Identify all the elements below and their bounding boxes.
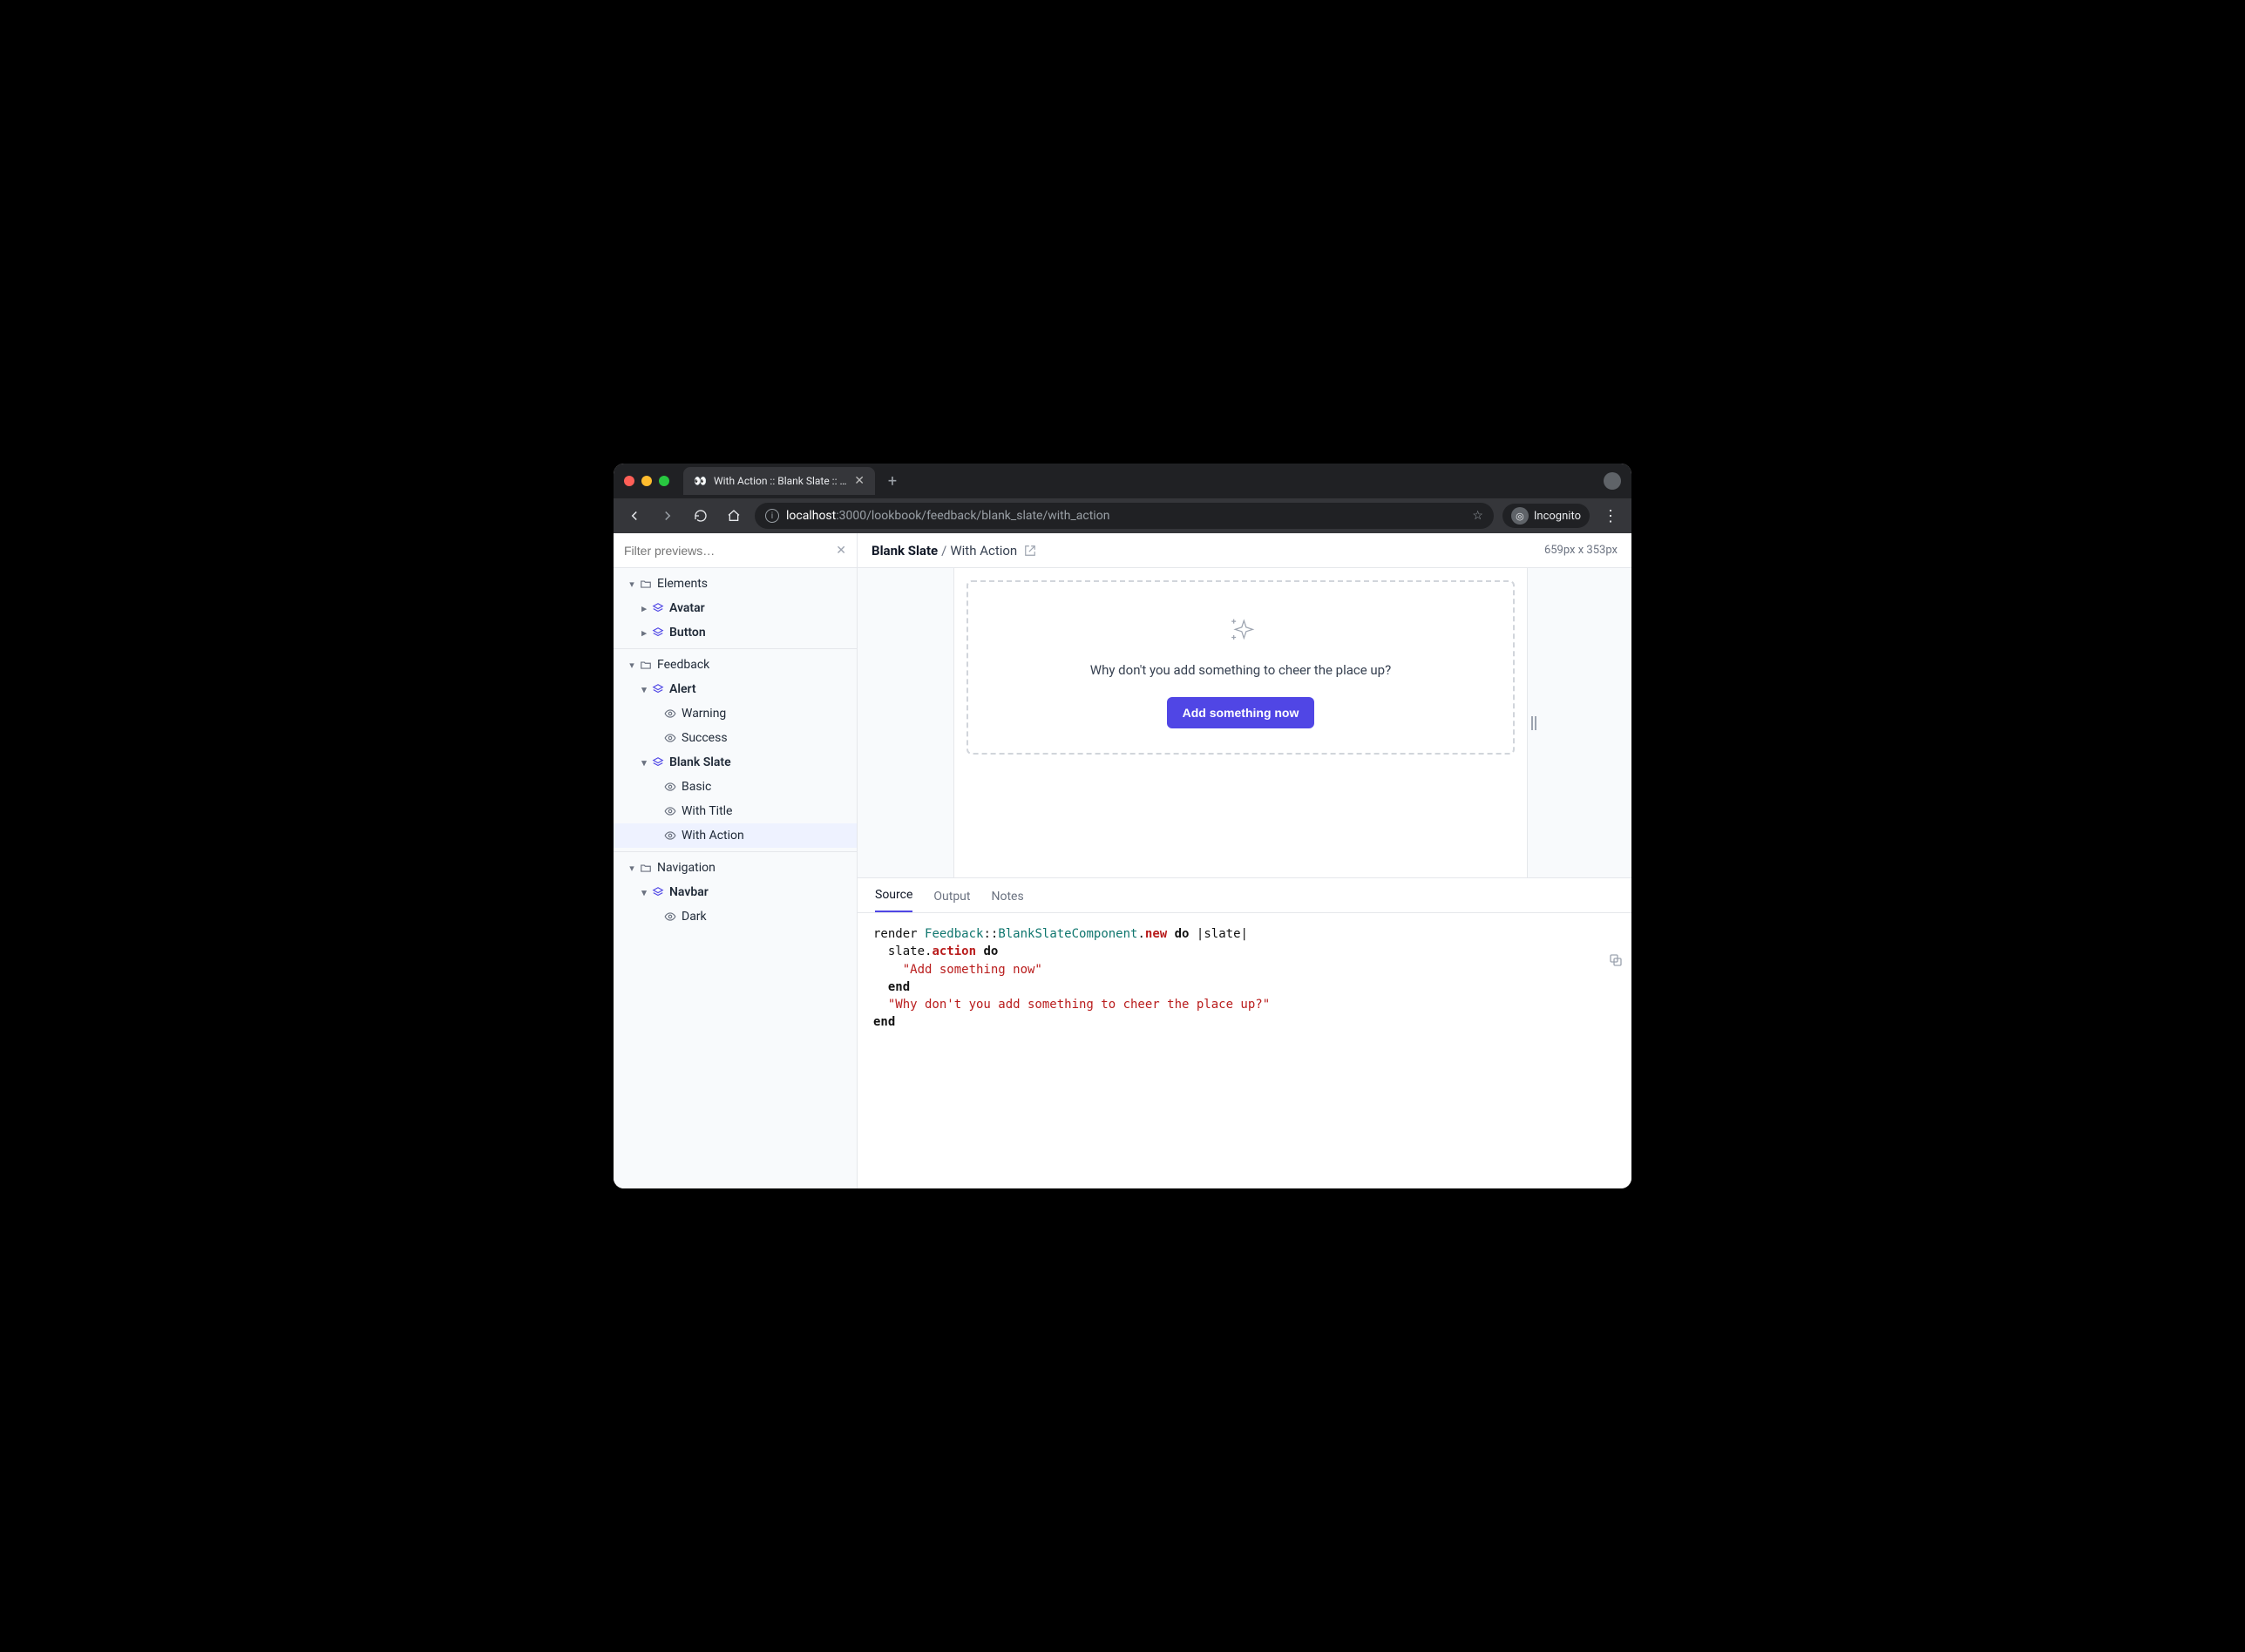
eye-icon	[662, 805, 678, 817]
filter-bar: ✕	[614, 533, 857, 568]
browser-window: 👀 With Action :: Blank Slate :: Loo ✕ + …	[614, 464, 1631, 1188]
tab-notes[interactable]: Notes	[991, 890, 1023, 912]
viewport-dimensions: 659px x 353px	[1544, 544, 1618, 557]
address-bar[interactable]: i localhost:3000/lookbook/feedback/blank…	[755, 503, 1494, 529]
code-panel: render Feedback::BlankSlateComponent.new…	[858, 913, 1631, 1188]
close-window-button[interactable]	[624, 476, 634, 486]
tab-title: With Action :: Blank Slate :: Loo	[714, 475, 847, 487]
maximize-window-button[interactable]	[659, 476, 669, 486]
open-new-window-icon[interactable]	[1024, 545, 1036, 557]
sidebar-preview-basic[interactable]: Basic	[614, 775, 857, 799]
layers-icon	[650, 886, 666, 898]
folder-icon	[638, 862, 654, 874]
preview-resize-gutter	[1528, 568, 1631, 877]
tab-close-button[interactable]: ✕	[854, 474, 865, 488]
layers-icon	[650, 626, 666, 639]
browser-menu-button[interactable]: ⋮	[1598, 504, 1623, 528]
chevron-down-icon: ▾	[638, 684, 650, 695]
tab-output[interactable]: Output	[933, 890, 970, 912]
filter-clear-button[interactable]: ✕	[836, 544, 846, 558]
back-button[interactable]	[622, 504, 647, 528]
bookmark-icon[interactable]: ☆	[1472, 509, 1483, 523]
eye-icon	[662, 708, 678, 720]
reload-button[interactable]	[688, 504, 713, 528]
page-content: ✕ ▾ Elements ▸ Av	[614, 533, 1631, 1188]
preview-tree[interactable]: ▾ Elements ▸ Avatar ▸	[614, 568, 857, 1188]
incognito-badge[interactable]: ◎ Incognito	[1502, 504, 1590, 528]
sidebar: ✕ ▾ Elements ▸ Av	[614, 533, 858, 1188]
source-code[interactable]: render Feedback::BlankSlateComponent.new…	[858, 913, 1631, 1044]
add-something-button[interactable]: Add something now	[1167, 697, 1315, 728]
blank-slate-component: Why don't you add something to cheer the…	[967, 580, 1515, 755]
breadcrumb: Blank Slate/With Action	[872, 543, 1017, 559]
tab-strip: 👀 With Action :: Blank Slate :: Loo ✕ +	[614, 464, 1631, 498]
new-tab-button[interactable]: +	[880, 469, 905, 493]
browser-toolbar: i localhost:3000/lookbook/feedback/blank…	[614, 498, 1631, 533]
preview-header: Blank Slate/With Action 659px x 353px	[858, 533, 1631, 568]
sidebar-component-navbar[interactable]: ▾ Navbar	[614, 880, 857, 904]
browser-tab[interactable]: 👀 With Action :: Blank Slate :: Loo ✕	[683, 467, 875, 495]
chevron-down-icon: ▾	[638, 887, 650, 898]
inspector-tabs: Source Output Notes	[858, 878, 1631, 913]
sidebar-component-alert[interactable]: ▾ Alert	[614, 677, 857, 701]
sidebar-component-avatar[interactable]: ▸ Avatar	[614, 596, 857, 620]
sidebar-component-button[interactable]: ▸ Button	[614, 620, 857, 645]
tab-source[interactable]: Source	[875, 888, 912, 912]
eye-icon	[662, 732, 678, 744]
chevron-down-icon: ▾	[626, 660, 638, 671]
sidebar-preview-with-action[interactable]: With Action	[614, 823, 857, 848]
sidebar-preview-success[interactable]: Success	[614, 726, 857, 750]
resize-handle-icon[interactable]	[1531, 716, 1536, 730]
chevron-right-icon: ▸	[638, 627, 650, 639]
layers-icon	[650, 602, 666, 614]
chevron-right-icon: ▸	[638, 603, 650, 614]
main-panel: Blank Slate/With Action 659px x 353px	[858, 533, 1631, 1188]
sidebar-preview-with-title[interactable]: With Title	[614, 799, 857, 823]
minimize-window-button[interactable]	[641, 476, 652, 486]
incognito-label: Incognito	[1534, 510, 1581, 523]
chevron-down-icon: ▾	[638, 757, 650, 768]
home-button[interactable]	[722, 504, 746, 528]
tab-favicon: 👀	[694, 475, 707, 487]
sidebar-component-blank-slate[interactable]: ▾ Blank Slate	[614, 750, 857, 775]
layers-icon	[650, 756, 666, 768]
eye-icon	[662, 781, 678, 793]
profile-avatar-icon[interactable]	[1604, 472, 1621, 490]
preview-pane: Why don't you add something to cheer the…	[858, 568, 1631, 877]
preview-gutter	[858, 568, 953, 877]
url-display: localhost:3000/lookbook/feedback/blank_s…	[786, 509, 1109, 523]
sidebar-group-navigation[interactable]: ▾ Navigation	[614, 856, 857, 880]
folder-icon	[638, 578, 654, 590]
sidebar-preview-warning[interactable]: Warning	[614, 701, 857, 726]
chevron-down-icon: ▾	[626, 863, 638, 874]
copy-icon[interactable]	[1609, 953, 1623, 967]
chevron-down-icon: ▾	[626, 579, 638, 590]
site-info-icon[interactable]: i	[765, 509, 779, 523]
eye-icon	[662, 829, 678, 842]
preview-canvas: Why don't you add something to cheer the…	[953, 568, 1528, 877]
window-controls	[624, 476, 669, 486]
sidebar-group-feedback[interactable]: ▾ Feedback	[614, 653, 857, 677]
layers-icon	[650, 683, 666, 695]
folder-icon	[638, 659, 654, 671]
forward-button[interactable]	[655, 504, 680, 528]
eye-icon	[662, 911, 678, 923]
blank-slate-message: Why don't you add something to cheer the…	[982, 662, 1499, 678]
incognito-icon: ◎	[1511, 507, 1529, 525]
sparkle-icon	[982, 613, 1499, 648]
filter-input[interactable]	[624, 544, 836, 558]
sidebar-preview-dark[interactable]: Dark	[614, 904, 857, 929]
inspector-panel: Source Output Notes render Feedback::Bla…	[858, 877, 1631, 1188]
sidebar-group-elements[interactable]: ▾ Elements	[614, 572, 857, 596]
